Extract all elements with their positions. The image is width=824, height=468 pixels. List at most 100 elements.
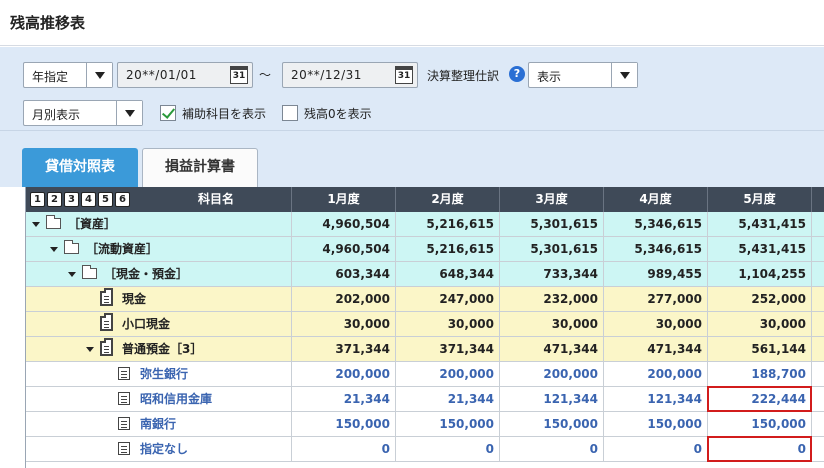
account-name-cell: 現金 [26, 287, 292, 311]
level-3-button[interactable]: 3 [64, 192, 79, 207]
column-header-month: 1月度 [292, 187, 396, 212]
account-name: 小口現金 [122, 317, 171, 331]
closing-entry-select[interactable]: 表示 [528, 62, 638, 88]
account-name-cell: 指定なし [26, 437, 292, 461]
account-name: 普通預金［3］ [122, 342, 203, 356]
balance-cell: 21,344 [292, 387, 396, 411]
ledger-icon [100, 313, 113, 331]
view-mode-select[interactable]: 月別表示 [23, 100, 143, 126]
balance-cell: 30,000 [604, 312, 708, 336]
balance-cell: 200,000 [604, 362, 708, 386]
table-row[interactable]: 昭和信用金庫 21,344 21,344 121,344 121,344 222,444 [26, 387, 824, 412]
account-name: 南銀行 [140, 417, 177, 431]
table-row[interactable]: 現金 202,000 247,000 232,000 277,000 252,000 [26, 287, 824, 312]
chevron-down-icon[interactable] [116, 101, 142, 125]
column-header-account-label: 科目名 [197, 192, 234, 206]
balance-cell: 5,346,615 [604, 237, 708, 261]
date-to-field[interactable]: 20**/12/31 31 [282, 62, 418, 88]
column-header-month: 4月度 [604, 187, 708, 212]
level-6-button[interactable]: 6 [115, 192, 130, 207]
folder-icon [46, 215, 61, 229]
show-sub-accounts-checkbox[interactable] [160, 105, 176, 121]
balance-cell: 733,344 [500, 262, 604, 286]
balance-cell: 232,000 [500, 287, 604, 311]
balance-cell: 121,344 [604, 387, 708, 411]
table-row[interactable]: 普通預金［3］ 371,344 371,344 471,344 471,344 561,1… [26, 337, 824, 362]
balance-cell: 5,431,415 [708, 237, 812, 261]
account-name: ［流動資産］ [86, 242, 159, 256]
overflow-cell [812, 387, 824, 411]
balance-cell: 150,000 [604, 412, 708, 436]
balance-grid: 1 2 3 4 5 6 科目名 1月度 2月度 3月度 4月度 5月度 ［資産］… [25, 187, 824, 468]
column-header-account: 1 2 3 4 5 6 科目名 [26, 187, 292, 212]
balance-cell: 5,431,415 [708, 212, 812, 236]
period-type-select[interactable]: 年指定 [23, 62, 113, 88]
balance-cell: 648,344 [396, 262, 500, 286]
closing-entry-label: 決算整理仕訳 [427, 69, 500, 83]
column-header-month: 5月度 [708, 187, 812, 212]
level-4-button[interactable]: 4 [81, 192, 96, 207]
balance-cell: 603,344 [292, 262, 396, 286]
account-name-cell: ［現金・預金］ [26, 262, 292, 286]
table-row[interactable]: 弥生銀行 200,000 200,000 200,000 200,000 188,700 [26, 362, 824, 387]
balance-cell: 0 [708, 437, 812, 461]
ledger-icon [100, 288, 113, 306]
table-row[interactable]: ［資産］ 4,960,504 5,216,615 5,301,615 5,346,615… [26, 212, 824, 237]
table-row[interactable]: ［現金・預金］ 603,344 648,344 733,344 989,455 1,104… [26, 262, 824, 287]
account-name: 昭和信用金庫 [140, 392, 213, 406]
balance-cell: 0 [396, 437, 500, 461]
show-zero-balance-label[interactable]: 残高0を表示 [304, 105, 372, 122]
balance-cell: 150,000 [500, 412, 604, 436]
account-name-cell: 普通預金［3］ [26, 337, 292, 361]
expand-toggle-icon[interactable] [32, 222, 40, 227]
balance-cell: 0 [500, 437, 604, 461]
balance-cell: 371,344 [396, 337, 500, 361]
show-zero-balance-checkbox[interactable] [282, 105, 298, 121]
window-title: 残高推移表 [10, 14, 86, 32]
expand-toggle-icon[interactable] [68, 272, 76, 277]
overflow-cell [812, 312, 824, 336]
chevron-down-icon[interactable] [86, 63, 112, 87]
table-row[interactable]: 小口現金 30,000 30,000 30,000 30,000 30,000 [26, 312, 824, 337]
balance-cell: 5,346,615 [604, 212, 708, 236]
balance-cell: 30,000 [500, 312, 604, 336]
help-icon[interactable]: ? [509, 66, 525, 82]
sub-ledger-icon [118, 417, 130, 430]
closing-entry-value: 表示 [537, 70, 562, 84]
balance-cell: 247,000 [396, 287, 500, 311]
date-from-value: 20**/01/01 [126, 68, 197, 82]
balance-cell: 5,216,615 [396, 212, 500, 236]
overflow-cell [812, 237, 824, 261]
column-header-overflow [812, 187, 824, 212]
tab-balance-sheet[interactable]: 貸借対照表 [22, 148, 138, 187]
balance-cell: 150,000 [292, 412, 396, 436]
balance-cell: 150,000 [708, 412, 812, 436]
balance-cell: 561,144 [708, 337, 812, 361]
level-2-button[interactable]: 2 [47, 192, 62, 207]
tab-income-statement[interactable]: 損益計算書 [142, 148, 258, 187]
balance-cell: 222,444 [708, 387, 812, 411]
show-sub-accounts-label[interactable]: 補助科目を表示 [182, 105, 266, 122]
table-row[interactable]: 南銀行 150,000 150,000 150,000 150,000 150,000 [26, 412, 824, 437]
sub-ledger-icon [118, 392, 130, 405]
balance-cell: 0 [604, 437, 708, 461]
expand-toggle-icon[interactable] [50, 247, 58, 252]
level-5-button[interactable]: 5 [98, 192, 113, 207]
chevron-down-icon[interactable] [611, 63, 637, 87]
table-row[interactable]: 指定なし 0 0 0 0 0 [26, 437, 824, 462]
calendar-icon[interactable]: 31 [230, 66, 248, 84]
level-1-button[interactable]: 1 [30, 192, 45, 207]
date-from-field[interactable]: 20**/01/01 31 [117, 62, 253, 88]
table-row[interactable]: ［流動資産］ 4,960,504 5,216,615 5,301,615 5,346,6… [26, 237, 824, 262]
balance-cell: 202,000 [292, 287, 396, 311]
expand-toggle-icon[interactable] [86, 347, 94, 352]
balance-cell: 30,000 [708, 312, 812, 336]
balance-cell: 30,000 [396, 312, 500, 336]
overflow-cell [812, 412, 824, 436]
balance-cell: 5,216,615 [396, 237, 500, 261]
account-name-cell: 昭和信用金庫 [26, 387, 292, 411]
balance-cell: 471,344 [500, 337, 604, 361]
calendar-icon[interactable]: 31 [395, 66, 413, 84]
account-name: 指定なし [140, 442, 189, 456]
balance-cell: 5,301,615 [500, 212, 604, 236]
